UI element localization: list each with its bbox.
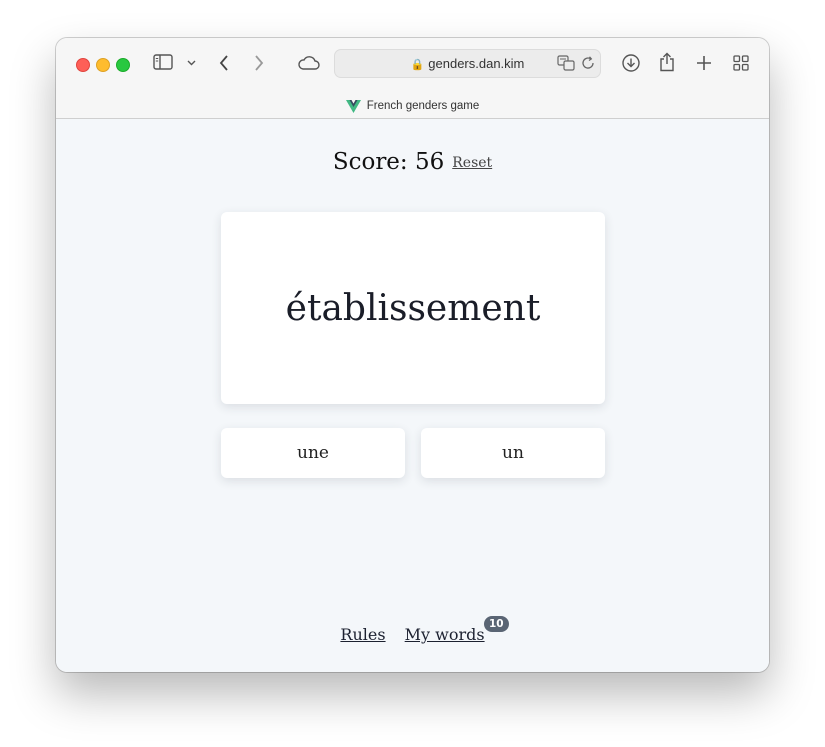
- vue-logo-icon: [345, 99, 361, 113]
- choice-une-button[interactable]: une: [221, 428, 405, 478]
- forward-icon[interactable]: [254, 55, 264, 71]
- back-icon[interactable]: [219, 55, 229, 71]
- address-url: genders.dan.kim: [428, 56, 525, 71]
- page-content: Score: 56 Reset établissement une un Rule…: [56, 119, 769, 672]
- sidebar-icon[interactable]: [153, 54, 173, 70]
- close-window-button[interactable]: [76, 58, 90, 72]
- share-icon[interactable]: [659, 52, 675, 72]
- chevron-down-icon[interactable]: [187, 60, 196, 66]
- lock-icon: 🔒: [410, 59, 425, 71]
- my-words-label: My words: [404, 625, 485, 644]
- browser-toolbar: 🔒 genders.dan.kim French genders game: [56, 38, 769, 119]
- word-text: établissement: [285, 287, 541, 329]
- my-words-count-badge: 10: [483, 616, 509, 632]
- rules-link[interactable]: Rules: [340, 625, 385, 644]
- tab-overview-icon[interactable]: [733, 55, 749, 71]
- word-card: établissement: [221, 212, 605, 404]
- browser-window: 🔒 genders.dan.kim French genders game Sc…: [56, 38, 769, 672]
- reload-icon[interactable]: [581, 56, 595, 70]
- zoom-window-button[interactable]: [116, 58, 130, 72]
- active-tab[interactable]: French genders game: [56, 94, 769, 118]
- icloud-icon[interactable]: [297, 55, 321, 71]
- tab-title: French genders game: [366, 100, 480, 112]
- score-label: Score: 56: [332, 149, 445, 175]
- choice-un-button[interactable]: un: [421, 428, 605, 478]
- downloads-icon[interactable]: [622, 54, 640, 72]
- new-tab-icon[interactable]: [696, 55, 712, 71]
- minimize-window-button[interactable]: [96, 58, 110, 72]
- my-words-link[interactable]: My words 10: [404, 616, 509, 644]
- translate-icon[interactable]: [557, 55, 575, 71]
- address-bar[interactable]: 🔒 genders.dan.kim: [334, 49, 601, 78]
- score-row: Score: 56 Reset: [56, 149, 769, 175]
- footer-links: Rules My words 10: [56, 616, 769, 644]
- reset-link[interactable]: Reset: [452, 155, 492, 171]
